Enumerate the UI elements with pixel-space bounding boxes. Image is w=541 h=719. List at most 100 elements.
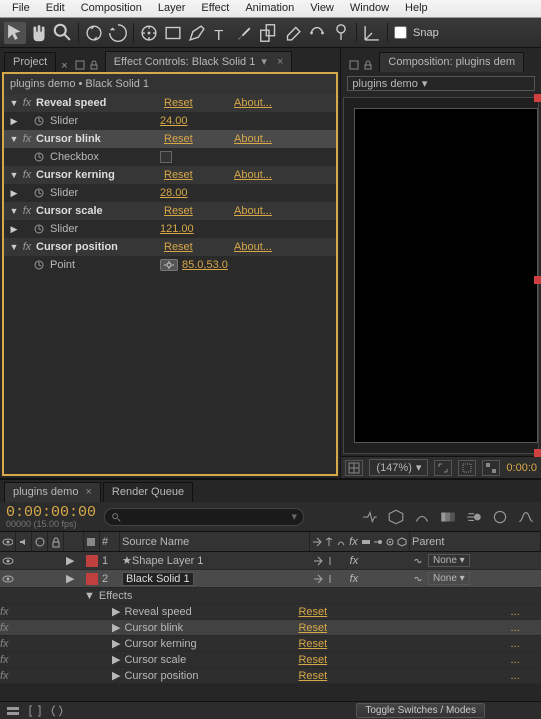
options-link[interactable]: ... [510, 606, 519, 618]
stopwatch-icon[interactable] [34, 224, 44, 234]
twirl-icon[interactable]: ▶ [100, 637, 120, 650]
toggle-switches-icon[interactable] [6, 704, 20, 718]
eraser-tool[interactable] [282, 22, 304, 44]
twirl-icon[interactable]: ▼ [84, 590, 95, 602]
twirl-icon[interactable]: ▶ [100, 621, 120, 634]
menu-composition[interactable]: Composition [73, 0, 150, 17]
lock-icon[interactable] [363, 60, 373, 70]
stopwatch-icon[interactable] [34, 188, 44, 198]
point-picker-icon[interactable] [160, 259, 178, 271]
rotate-tool[interactable] [107, 22, 129, 44]
mask-icon[interactable] [458, 460, 476, 476]
close-tab-icon[interactable]: × [277, 56, 283, 68]
tl-effect-name[interactable]: Reveal speed [120, 606, 298, 618]
timeline-comp-tab[interactable]: plugins demo × [4, 482, 101, 502]
twirl-icon[interactable]: ▼ [8, 242, 20, 252]
panel-menu-icon[interactable] [349, 60, 359, 70]
effect-name[interactable]: Cursor position [34, 241, 164, 253]
menu-window[interactable]: Window [342, 0, 397, 17]
motion-blur-icon[interactable] [465, 508, 483, 526]
source-col[interactable]: Source Name [120, 532, 310, 551]
axis-tool[interactable] [361, 22, 383, 44]
reset-link[interactable]: Reset [298, 622, 404, 634]
comp-selector[interactable]: plugins demo▾ [347, 76, 535, 91]
rect-tool[interactable] [162, 22, 184, 44]
twirl-icon[interactable]: ▶ [66, 572, 74, 585]
grid-icon[interactable] [345, 460, 363, 476]
toggle-switches-modes-button[interactable]: Toggle Switches / Modes [356, 703, 485, 718]
comp-handle[interactable] [534, 276, 541, 284]
reset-link[interactable]: Reset [164, 205, 234, 217]
pin-tool[interactable] [330, 22, 352, 44]
label-color[interactable] [86, 573, 98, 585]
twirl-icon[interactable]: ▼ [8, 98, 20, 108]
eye-icon[interactable] [2, 555, 14, 567]
composition-view[interactable] [343, 97, 539, 454]
stopwatch-icon[interactable] [34, 152, 44, 162]
twirl-icon[interactable]: ▶ [100, 605, 120, 618]
render-queue-tab[interactable]: Render Queue [103, 482, 193, 502]
effects-group[interactable]: Effects [95, 590, 285, 602]
audio-col-icon[interactable] [18, 536, 29, 548]
twirl-icon[interactable]: ▼ [8, 170, 20, 180]
roto-tool[interactable] [306, 22, 328, 44]
comp-handle[interactable] [534, 449, 541, 457]
panel-menu-icon[interactable] [75, 60, 85, 70]
brush-tool[interactable] [234, 22, 256, 44]
menu-view[interactable]: View [302, 0, 342, 17]
pen-tool[interactable] [186, 22, 208, 44]
close-icon[interactable]: × [82, 486, 91, 498]
comp-mini-flowchart-icon[interactable] [361, 508, 379, 526]
options-link[interactable]: ... [510, 638, 519, 650]
tl-effect-name[interactable]: Cursor blink [120, 622, 298, 634]
timecode[interactable]: 0:00:00:00 [6, 505, 96, 520]
about-link[interactable]: About... [234, 133, 272, 145]
layer-name[interactable]: Black Solid 1 [122, 572, 194, 586]
effect-name[interactable]: Cursor scale [34, 205, 164, 217]
menu-file[interactable]: File [4, 0, 38, 17]
effect-name[interactable]: Cursor kerning [34, 169, 164, 181]
project-tab[interactable]: Project [4, 52, 56, 72]
res-icon[interactable] [434, 460, 452, 476]
solo-col-icon[interactable] [34, 536, 45, 548]
brainstorm-icon[interactable] [491, 508, 509, 526]
hand-tool[interactable] [28, 22, 50, 44]
graph-editor-icon[interactable] [517, 508, 535, 526]
tl-effect-name[interactable]: Cursor kerning [120, 638, 298, 650]
menu-animation[interactable]: Animation [237, 0, 302, 17]
prop-value[interactable]: 28.00 [160, 187, 188, 199]
effect-name[interactable]: Cursor blink [34, 133, 164, 145]
eye-icon[interactable] [2, 573, 14, 585]
search-input[interactable]: ▾ [104, 508, 304, 526]
stopwatch-icon[interactable] [34, 116, 44, 126]
prop-value[interactable]: 24.00 [160, 115, 188, 127]
selection-tool[interactable] [4, 22, 26, 44]
menu-layer[interactable]: Layer [150, 0, 194, 17]
menu-effect[interactable]: Effect [193, 0, 237, 17]
pickwhip-icon[interactable] [412, 555, 424, 567]
eye-col-icon[interactable] [2, 536, 13, 548]
lock-icon[interactable] [89, 60, 99, 70]
twirl-icon[interactable]: ▶ [100, 669, 120, 682]
reset-link[interactable]: Reset [298, 654, 404, 666]
lock-col-icon[interactable] [50, 536, 61, 548]
label-col-icon[interactable] [86, 537, 96, 547]
frame-blend-icon[interactable] [439, 508, 457, 526]
menu-help[interactable]: Help [397, 0, 436, 17]
parent-dropdown[interactable]: None ▾ [428, 554, 470, 567]
brackets-icon[interactable] [28, 704, 42, 718]
twirl-icon[interactable]: ▼ [8, 206, 20, 216]
pan-behind-tool[interactable] [138, 22, 160, 44]
reset-link[interactable]: Reset [164, 169, 234, 181]
pickwhip-icon[interactable] [412, 573, 424, 585]
options-link[interactable]: ... [510, 622, 519, 634]
roi-icon[interactable] [482, 460, 500, 476]
about-link[interactable]: About... [234, 241, 272, 253]
zoom-tool[interactable] [52, 22, 74, 44]
comp-handle[interactable] [534, 94, 541, 102]
twirl-icon[interactable] [8, 260, 20, 270]
clone-tool[interactable] [258, 22, 280, 44]
label-color[interactable] [86, 555, 98, 567]
twirl-icon[interactable]: ▶ [8, 224, 20, 235]
text-tool[interactable]: T [210, 22, 232, 44]
